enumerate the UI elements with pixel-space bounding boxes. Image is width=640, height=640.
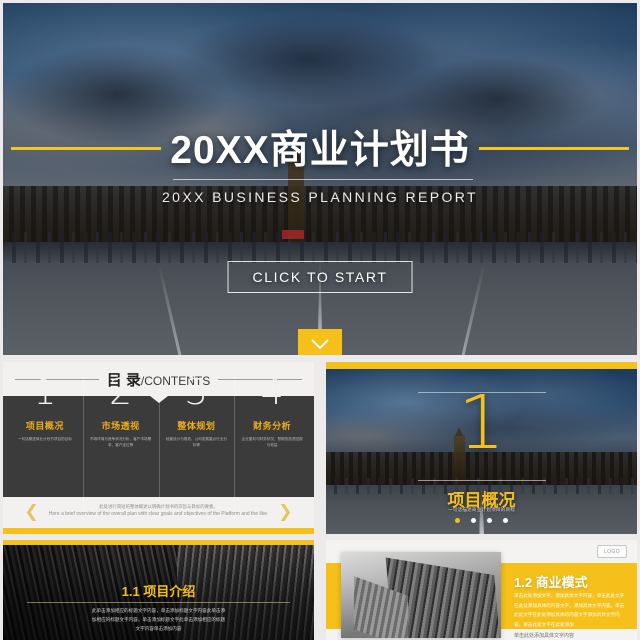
pagination-dot-2[interactable] bbox=[471, 518, 476, 523]
slide-row-two: 目 录/CONTENTS 1 项目概况 一句话概述商业计划书项目的目标 2 市场… bbox=[3, 362, 637, 534]
contents-footer: ❮ 此处进行简短的整体概述以明确计划书的宗旨与目标的要素。 Here a bri… bbox=[3, 497, 314, 525]
contents-item-label: 财务分析 bbox=[253, 421, 292, 431]
section-number: 1 bbox=[457, 380, 506, 466]
presentation-preview: 20XX商业计划书 20XX BUSINESS PLANNING REPORT … bbox=[0, 0, 640, 640]
contents-item-label: 整体规划 bbox=[177, 421, 216, 431]
slide-1-2[interactable]: LOGO 1.2 商业模式 单击此处添加文字，添加具体文字内容，单击此处文字在此… bbox=[326, 540, 637, 640]
hero-divider bbox=[173, 179, 473, 180]
section-pagination-dots[interactable] bbox=[326, 518, 637, 523]
pagination-dot-4[interactable] bbox=[503, 518, 508, 523]
slide-1-2-footer: 单击此处添加具体文字内容 bbox=[514, 633, 575, 639]
hero-pedestrians bbox=[3, 231, 637, 264]
contents-item-desc: 一句话概述商业计划书项目的目标 bbox=[17, 437, 72, 441]
contents-item-number: 4 bbox=[260, 372, 284, 413]
scroll-down-button[interactable] bbox=[298, 329, 342, 355]
hero-slide[interactable]: 20XX商业计划书 20XX BUSINESS PLANNING REPORT … bbox=[3, 3, 637, 355]
road-lane-right bbox=[461, 264, 486, 355]
slide-1-2-body: 单击此处添加文字，添加具体文字内容，单击此处文字在此处添加具体的内容文字，添加具… bbox=[514, 593, 625, 627]
slide-1-1-rule bbox=[27, 602, 290, 603]
contents-item-number: 3 bbox=[184, 372, 208, 413]
contents-item-desc: 企业盈利与财务状况、预期的投资回报与效益 bbox=[241, 437, 303, 448]
slide-row-three: 1.1 项目介绍 此单击添加相应的标题文字内容，单击添加标题文字内容此单击添加相… bbox=[3, 540, 637, 640]
contents-bottom-accent-bar bbox=[3, 528, 314, 534]
slide-1-2-title: 1.2 商业模式 bbox=[514, 575, 588, 590]
contents-footer-cn: 此处进行简短的整体概述以明确计划书的宗旨与目标的要素。 bbox=[99, 503, 218, 509]
section-one-slide[interactable]: 1 项目概况 一句话描述商业计划项目的目标 bbox=[326, 362, 637, 534]
slide-1-1-body: 此单击添加相应的标题文字内容，单击添加标题文字内容此单击添加相应的标题文字内容，… bbox=[91, 608, 226, 632]
contents-item-desc: 经营设计与规划、公司发展重点行业分析等 bbox=[165, 437, 227, 448]
contents-footer-text: 此处进行简短的整体概述以明确计划书的宗旨与目标的要素。 Here a brief… bbox=[49, 503, 269, 520]
contents-slide[interactable]: 目 录/CONTENTS 1 项目概况 一句话概述商业计划书项目的目标 2 市场… bbox=[3, 362, 314, 534]
logo-placeholder: LOGO bbox=[597, 545, 627, 558]
road-lane-left bbox=[157, 264, 182, 355]
section-top-accent-bar bbox=[326, 362, 637, 369]
hero-title: 20XX商业计划书 bbox=[170, 129, 470, 172]
slide-1-1-top-accent-bar bbox=[3, 540, 314, 545]
slide-1-1[interactable]: 1.1 项目介绍 此单击添加相应的标题文字内容，单击添加标题文字内容此单击添加相… bbox=[3, 540, 314, 640]
chevron-down-icon bbox=[310, 338, 330, 350]
contents-item-number: 1 bbox=[33, 372, 57, 413]
red-bus bbox=[281, 229, 304, 239]
contents-item-label: 项目概况 bbox=[25, 421, 64, 431]
hero-subtitle: 20XX BUSINESS PLANNING REPORT bbox=[162, 189, 478, 205]
section-subtitle: 一句话描述商业计划项目的目标 bbox=[447, 507, 516, 512]
contents-item-label: 市场透视 bbox=[101, 421, 140, 431]
contents-item-desc: 市场环境与竞争状况分析、客户市场需求、客户定位等 bbox=[90, 437, 152, 448]
contents-item-number: 2 bbox=[109, 372, 133, 413]
click-to-start-button[interactable]: CLICK TO START bbox=[227, 261, 413, 293]
office-building-photo bbox=[341, 552, 501, 638]
chevron-left-icon[interactable]: ❮ bbox=[24, 503, 38, 520]
slide-1-1-title: 1.1 项目介绍 bbox=[121, 584, 196, 599]
section-rule-bottom bbox=[418, 480, 546, 481]
pagination-dot-3[interactable] bbox=[487, 518, 492, 523]
contents-footer-en: Here a brief overview of the overall pla… bbox=[48, 511, 269, 518]
pagination-dot-1[interactable] bbox=[455, 518, 460, 523]
chevron-right-icon[interactable]: ❯ bbox=[278, 503, 292, 520]
